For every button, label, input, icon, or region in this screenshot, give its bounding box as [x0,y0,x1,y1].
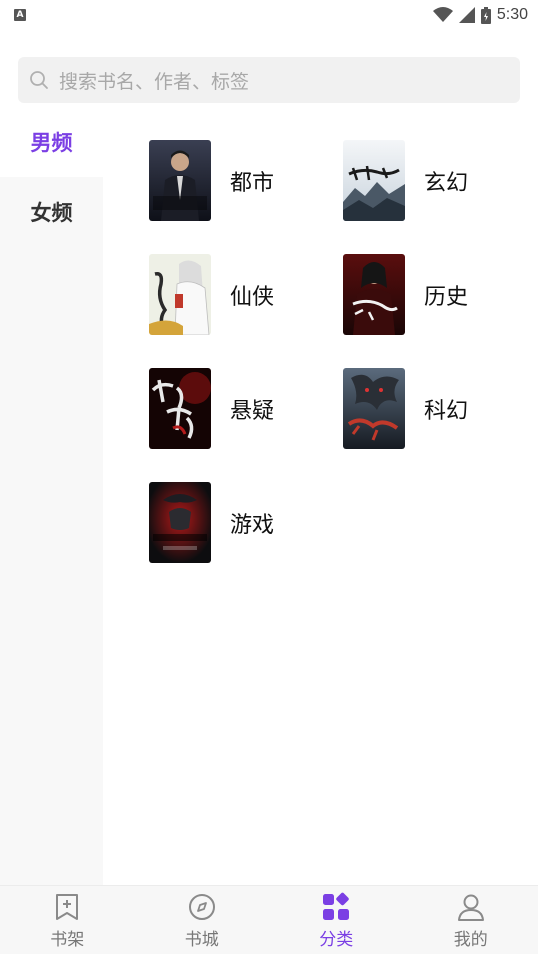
red-glow-figure-cover [149,482,211,563]
tab-bookstore[interactable]: 书城 [135,886,270,954]
search-placeholder: 搜索书名、作者、标签 [59,70,250,93]
category-item-youxi[interactable]: 游戏 [149,482,274,563]
category-label: 仙侠 [230,284,275,310]
battery-icon [480,6,491,24]
category-grid-icon [321,892,351,922]
gender-side-nav: 男频 女频 [0,107,103,885]
category-item-xianxia[interactable]: 仙侠 [149,254,274,335]
signal-icon [458,7,475,23]
user-icon [456,892,486,922]
tab-label: 我的 [453,930,488,950]
category-item-xuanhuan[interactable]: 玄幻 [343,140,468,221]
tab-category[interactable]: 分类 [269,886,404,954]
bookmark-icon [52,892,82,922]
category-label: 游戏 [230,512,275,538]
status-bar: A 5:30 [0,0,538,30]
category-label: 悬疑 [230,398,275,424]
tab-mine[interactable]: 我的 [404,886,538,954]
tab-bookshelf[interactable]: 书架 [0,886,135,954]
bottom-nav: 书架 书城 分类 我的 [0,885,538,954]
dragon-cover [343,368,405,449]
tab-label: 分类 [319,930,354,950]
tab-label: 书架 [50,930,85,950]
search-icon [29,70,49,90]
status-left: A [14,9,26,21]
notification-icon: A [14,9,26,21]
side-nav-item-male[interactable]: 男频 [0,107,103,177]
wifi-icon [432,7,453,23]
side-nav-item-female[interactable]: 女频 [0,177,103,247]
white-robed-immortal-cover [149,254,211,335]
category-label: 科幻 [424,398,469,424]
category-label: 历史 [424,284,469,310]
category-label: 都市 [230,170,275,196]
category-item-xuanyi[interactable]: 悬疑 [149,368,274,449]
status-right: 5:30 [432,6,528,24]
category-item-kehuan[interactable]: 科幻 [343,368,468,449]
tab-label: 书城 [184,930,219,950]
dark-suit-man-cover [149,140,211,221]
status-clock: 5:30 [496,6,528,23]
red-warrior-cover [343,254,405,335]
category-label: 玄幻 [424,170,469,196]
misty-mountain-cover [343,140,405,221]
search-input[interactable]: 搜索书名、作者、标签 [18,57,520,103]
category-item-dushi[interactable]: 都市 [149,140,274,221]
category-item-lishi[interactable]: 历史 [343,254,468,335]
compass-icon [187,892,217,922]
red-calligraphy-cover [149,368,211,449]
